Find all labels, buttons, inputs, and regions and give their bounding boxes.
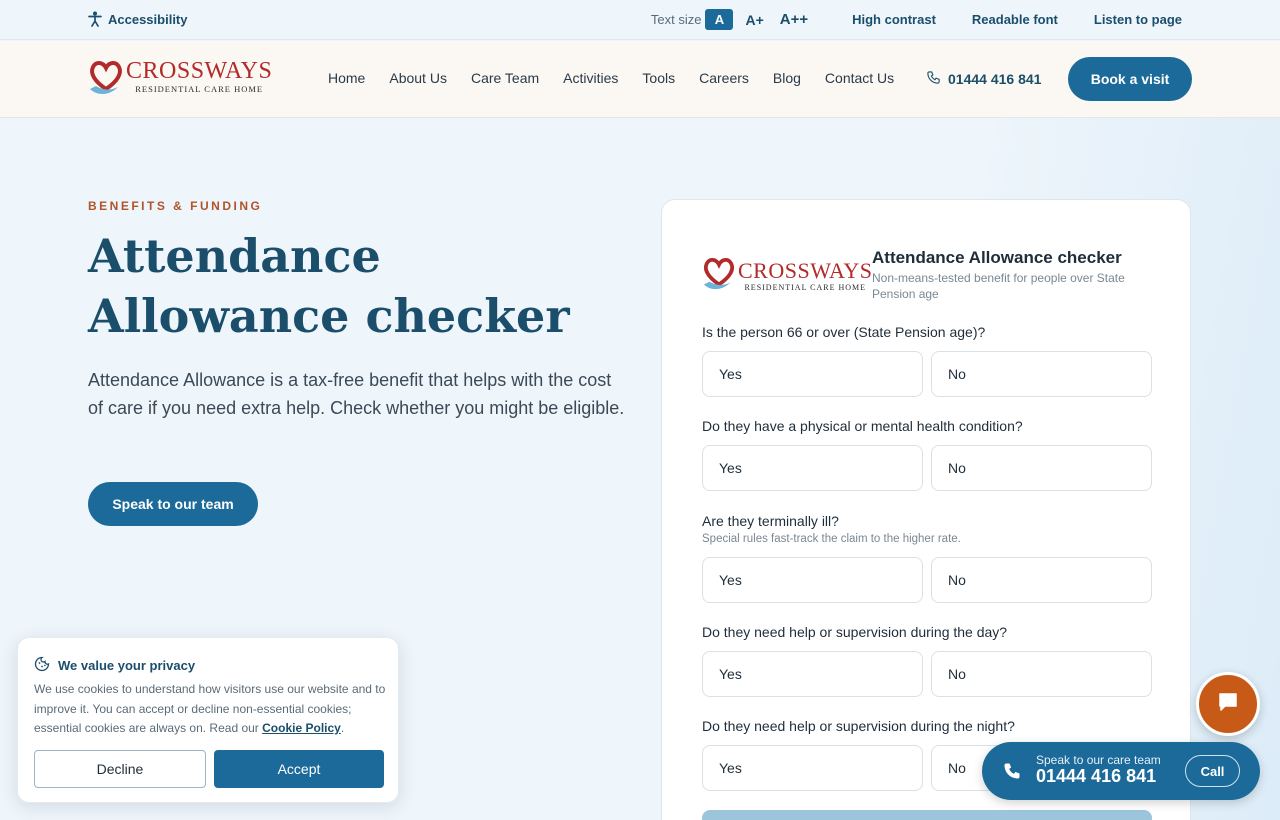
answer-yes-button[interactable]: Yes bbox=[702, 351, 923, 397]
accessibility-person-icon bbox=[88, 11, 102, 27]
answer-yes-button[interactable]: Yes bbox=[702, 557, 923, 603]
heart-hand-logo-icon bbox=[702, 256, 736, 299]
cookie-title: We value your privacy bbox=[58, 658, 196, 673]
answer-no-button[interactable]: No bbox=[931, 651, 1152, 697]
call-widget-caption: Speak to our care team bbox=[1036, 753, 1161, 767]
nav-activities[interactable]: Activities bbox=[563, 70, 618, 86]
checker-logo-subtitle: RESIDENTIAL CARE HOME bbox=[744, 283, 867, 292]
cookie-policy-link[interactable]: Cookie Policy bbox=[262, 721, 341, 735]
site-header: CROSSWAYS RESIDENTIAL CARE HOME Home Abo… bbox=[0, 41, 1280, 118]
book-a-visit-button[interactable]: Book a visit bbox=[1068, 57, 1192, 101]
question-label: Do they need help or supervision during … bbox=[702, 624, 1008, 640]
accessibility-menu[interactable]: Accessibility bbox=[88, 11, 188, 27]
checker-logo: CROSSWAYS RESIDENTIAL CARE HOME bbox=[702, 256, 873, 299]
speak-to-our-team-button[interactable]: Speak to our team bbox=[88, 482, 258, 526]
check-eligibility-button[interactable] bbox=[702, 810, 1152, 820]
accessibility-tools: Text size A A+ A++ High contrast Readabl… bbox=[651, 9, 1182, 30]
header-phone-link[interactable]: 01444 416 841 bbox=[926, 70, 1041, 88]
phone-icon bbox=[1002, 761, 1022, 786]
page-title: Attendance Allowance checker bbox=[88, 229, 570, 343]
nav-blog[interactable]: Blog bbox=[773, 70, 801, 86]
question-label: Do they have a physical or mental health… bbox=[702, 418, 1023, 434]
text-size-a-plusplus-button[interactable]: A++ bbox=[772, 11, 816, 28]
answer-no-button[interactable]: No bbox=[931, 351, 1152, 397]
text-size-a-button[interactable]: A bbox=[705, 9, 734, 30]
heart-hand-logo-icon bbox=[88, 59, 124, 104]
checker-subtitle: Non-means-tested benefit for people over… bbox=[872, 271, 1125, 301]
answer-yes-button[interactable]: Yes bbox=[702, 445, 923, 491]
main-nav: Home About Us Care Team Activities Tools… bbox=[328, 70, 918, 86]
logo-subtitle: RESIDENTIAL CARE HOME bbox=[135, 84, 264, 94]
nav-careers[interactable]: Careers bbox=[699, 70, 749, 86]
phone-icon bbox=[926, 70, 941, 88]
answer-yes-button[interactable]: Yes bbox=[702, 651, 923, 697]
header-phone-number: 01444 416 841 bbox=[948, 71, 1042, 87]
nav-home[interactable]: Home bbox=[328, 70, 365, 86]
readable-font-toggle[interactable]: Readable font bbox=[972, 12, 1058, 27]
accessibility-bar: Accessibility Text size A A+ A++ High co… bbox=[0, 0, 1280, 40]
accessibility-label: Accessibility bbox=[108, 11, 188, 27]
site-logo[interactable]: CROSSWAYS RESIDENTIAL CARE HOME bbox=[88, 59, 272, 104]
question-label: Is the person 66 or over (State Pension … bbox=[702, 324, 986, 340]
nav-contact-us[interactable]: Contact Us bbox=[825, 70, 894, 86]
cookie-text: We use cookies to understand how visitor… bbox=[34, 682, 386, 735]
answer-yes-button[interactable]: Yes bbox=[702, 745, 923, 791]
chat-bubble-icon bbox=[1217, 691, 1239, 718]
checker-title: Attendance Allowance checker bbox=[872, 248, 1122, 267]
text-size-a-plus-button[interactable]: A+ bbox=[737, 12, 771, 28]
checker-logo-name: CROSSWAYS bbox=[738, 258, 873, 283]
answer-no-button[interactable]: No bbox=[931, 557, 1152, 603]
question-label: Do they need help or supervision during … bbox=[702, 718, 1015, 734]
high-contrast-toggle[interactable]: High contrast bbox=[852, 12, 936, 27]
checker-card: CROSSWAYS RESIDENTIAL CARE HOME Attendan… bbox=[661, 199, 1191, 820]
nav-tools[interactable]: Tools bbox=[642, 70, 675, 86]
cookie-icon bbox=[34, 656, 50, 675]
chat-button[interactable] bbox=[1196, 672, 1260, 736]
question-label: Are they terminally ill? bbox=[702, 513, 839, 529]
logo-name: CROSSWAYS bbox=[126, 58, 273, 84]
decline-cookies-button[interactable]: Decline bbox=[34, 750, 206, 788]
hero-eyebrow: BENEFITS & FUNDING bbox=[88, 199, 263, 213]
call-care-team-widget[interactable]: Speak to our care team 01444 416 841 Cal… bbox=[982, 742, 1260, 800]
accept-cookies-button[interactable]: Accept bbox=[214, 750, 384, 788]
text-size-label: Text size bbox=[650, 12, 702, 27]
listen-to-page-button[interactable]: Listen to page bbox=[1094, 12, 1182, 27]
question-note: Special rules fast-track the claim to th… bbox=[702, 533, 961, 545]
hero-description: Attendance Allowance is a tax-free benef… bbox=[88, 370, 625, 418]
nav-about-us[interactable]: About Us bbox=[389, 70, 447, 86]
call-button[interactable]: Call bbox=[1185, 755, 1240, 787]
nav-care-team[interactable]: Care Team bbox=[471, 70, 539, 86]
cookie-header: We value your privacy bbox=[34, 656, 195, 675]
call-widget-number: 01444 416 841 bbox=[1036, 766, 1157, 786]
answer-no-button[interactable]: No bbox=[931, 445, 1152, 491]
cookie-banner: We value your privacy We use cookies to … bbox=[17, 637, 399, 803]
